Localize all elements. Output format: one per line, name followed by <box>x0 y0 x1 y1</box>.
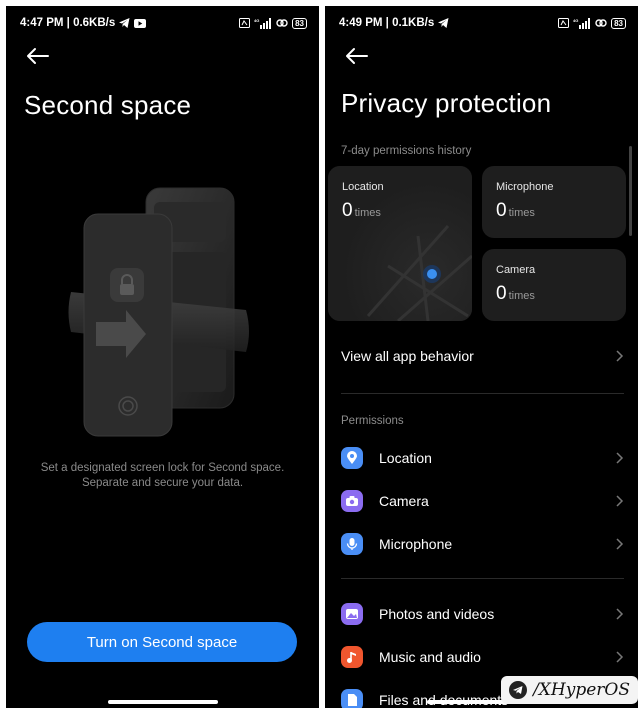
camera-count: 0 <box>496 283 507 304</box>
card-count: 0 times <box>496 200 535 222</box>
microphone-history-card[interactable]: Microphone 0 times <box>482 166 626 238</box>
status-time: 4:47 PM | 0.6KB/s <box>20 17 116 29</box>
xhyperos-watermark: /XHyperOS <box>501 676 638 704</box>
chevron-right-icon <box>616 608 624 620</box>
page-title: Second space <box>24 90 192 120</box>
camera-unit: times <box>508 290 535 302</box>
camera-history-card[interactable]: Camera 0 times <box>482 249 626 321</box>
chevron-right-icon <box>616 538 624 550</box>
card-label: Location <box>342 181 384 193</box>
divider <box>341 393 624 394</box>
telegram-icon <box>119 18 130 28</box>
svg-text:4G: 4G <box>254 18 259 23</box>
link-icon <box>595 19 607 27</box>
description-line-2: Separate and secure your data. <box>81 477 244 489</box>
second-space-illustration <box>68 187 249 437</box>
permission-label: Camera <box>379 493 429 509</box>
status-bar: 4:47 PM | 0.6KB/s 4G 83 <box>20 15 307 31</box>
permission-item-microphone[interactable]: Microphone <box>341 527 624 561</box>
permissions-label: Permissions <box>341 415 404 427</box>
history-label: 7-day permissions history <box>341 145 472 157</box>
photos-icon <box>341 603 363 625</box>
location-count: 0 <box>342 200 353 221</box>
card-count: 0 times <box>342 200 381 222</box>
privacy-protection-screen: 4:49 PM | 0.1KB/s 4G 83 Privacy protecti… <box>325 6 638 708</box>
microphone-unit: times <box>508 207 535 219</box>
permission-item-camera[interactable]: Camera <box>341 484 624 518</box>
turn-on-second-space-button[interactable]: Turn on Second space <box>27 622 297 662</box>
view-all-label: View all app behavior <box>341 348 474 364</box>
media-label: Photos and videos <box>379 606 495 622</box>
card-label: Camera <box>496 264 536 276</box>
back-arrow-icon[interactable] <box>24 46 50 66</box>
watermark-text: /XHyperOS <box>533 680 630 700</box>
card-label: Microphone <box>496 181 554 193</box>
youtube-icon <box>134 18 147 28</box>
battery-indicator: 83 <box>611 17 626 29</box>
media-item-music-and-audio[interactable]: Music and audio <box>341 640 624 674</box>
battery-indicator: 83 <box>292 17 307 29</box>
media-label: Music and audio <box>379 649 481 665</box>
signal-icon: 4G <box>573 17 591 29</box>
sim-icon <box>239 18 251 28</box>
view-all-app-behavior[interactable]: View all app behavior <box>341 339 624 373</box>
location-pin-icon <box>341 447 363 469</box>
link-icon <box>276 19 288 27</box>
divider <box>341 578 624 579</box>
telegram-icon <box>438 18 449 28</box>
chevron-right-icon <box>616 495 624 507</box>
media-item-photos-and-videos[interactable]: Photos and videos <box>341 597 624 631</box>
scrollbar[interactable] <box>629 146 632 236</box>
back-arrow-icon[interactable] <box>343 46 369 66</box>
sim-icon <box>558 18 570 28</box>
page-title: Privacy protection <box>341 88 552 118</box>
chevron-right-icon <box>616 452 624 464</box>
second-space-screen: 4:47 PM | 0.6KB/s 4G 83 Second space Set <box>6 6 319 708</box>
chevron-right-icon <box>616 350 624 362</box>
status-time: 4:49 PM | 0.1KB/s <box>339 17 435 29</box>
card-count: 0 times <box>496 283 535 305</box>
telegram-logo-icon <box>509 681 528 699</box>
permission-label: Microphone <box>379 536 453 552</box>
permission-item-location[interactable]: Location <box>341 441 624 475</box>
svg-text:4G: 4G <box>573 18 578 23</box>
location-history-card[interactable]: Location 0 times <box>328 166 472 321</box>
status-bar: 4:49 PM | 0.1KB/s 4G 83 <box>339 15 626 31</box>
location-unit: times <box>354 207 381 219</box>
signal-icon: 4G <box>254 17 272 29</box>
microphone-icon <box>341 533 363 555</box>
description: Set a designated screen lock for Second … <box>6 461 319 491</box>
files-icon <box>341 689 363 708</box>
permission-label: Location <box>379 450 432 466</box>
description-line-1: Set a designated screen lock for Second … <box>40 462 285 474</box>
camera-icon <box>341 490 363 512</box>
home-indicator[interactable] <box>107 700 218 704</box>
microphone-count: 0 <box>496 200 507 221</box>
music-icon <box>341 646 363 668</box>
chevron-right-icon <box>616 651 624 663</box>
